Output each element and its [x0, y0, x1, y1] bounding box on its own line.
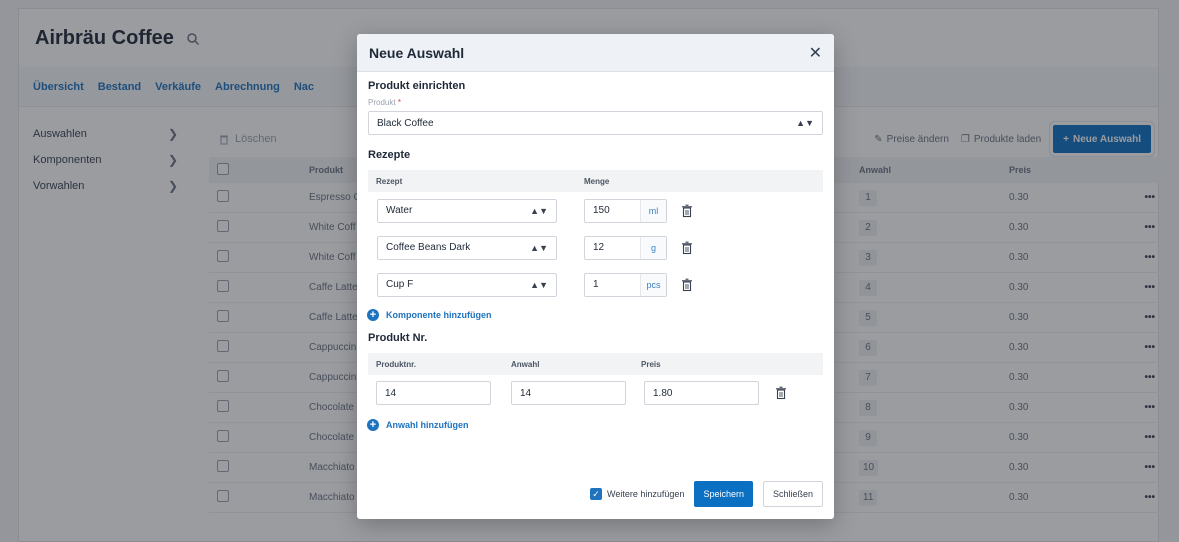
- quantity-input[interactable]: 1 pcs: [584, 272, 667, 297]
- recipe-select-value: Cup F: [386, 279, 414, 290]
- select-arrows-icon: ▲▼: [530, 242, 548, 253]
- recipes-table-header: Rezept Menge: [368, 170, 823, 192]
- quantity-input[interactable]: 12 g: [584, 235, 667, 260]
- dialog-header: Neue Auswahl ✕: [357, 34, 834, 72]
- dialog-footer: ✓ Weitere hinzufügen Speichern Schließen: [590, 481, 823, 507]
- add-anwahl-label: Anwahl hinzufügen: [386, 420, 469, 430]
- close-icon[interactable]: ✕: [809, 43, 822, 63]
- product-select-value: Black Coffee: [377, 117, 434, 129]
- product-no-row: 14 14 1.80: [368, 375, 823, 411]
- quantity-value: 12: [593, 242, 605, 253]
- product-no-table-header: Produktnr. Anwahl Preis: [368, 353, 823, 375]
- select-arrows-icon: ▲▼: [530, 205, 548, 216]
- col-header-product-no: Produktnr.: [376, 359, 417, 369]
- select-arrows-icon: ▲▼: [796, 118, 814, 128]
- product-field-label: Produkt *: [368, 98, 401, 107]
- trash-icon[interactable]: [681, 241, 693, 255]
- quantity-value: 1: [593, 279, 599, 290]
- col-header-recipe: Rezept: [376, 176, 403, 186]
- add-component-label: Komponente hinzufügen: [386, 310, 492, 320]
- dialog-title: Neue Auswahl: [369, 44, 465, 61]
- trash-icon[interactable]: [775, 386, 787, 400]
- quantity-value: 150: [593, 205, 610, 216]
- recipe-row: Water ▲▼ 150 ml: [368, 192, 823, 229]
- section-title-recipes: Rezepte: [368, 149, 411, 161]
- recipe-row: Coffee Beans Dark ▲▼ 12 g: [368, 229, 823, 266]
- recipe-select[interactable]: Water ▲▼: [377, 198, 557, 223]
- add-component-link[interactable]: + Komponente hinzufügen: [367, 309, 823, 321]
- trash-icon[interactable]: [681, 204, 693, 218]
- checkmark-icon: ✓: [590, 488, 603, 500]
- col-header-quantity: Menge: [584, 176, 610, 186]
- quantity-input[interactable]: 150 ml: [584, 198, 667, 223]
- col-header-anwahl-pn: Anwahl: [511, 359, 540, 369]
- save-button[interactable]: Speichern: [694, 481, 753, 507]
- section-title-setup: Produkt einrichten: [368, 80, 466, 92]
- recipe-row: Cup F ▲▼ 1 pcs: [368, 266, 823, 303]
- dialog-body: Produkt einrichten Produkt * Black Coffe…: [367, 80, 823, 431]
- recipe-select-value: Water: [386, 205, 413, 216]
- recipe-select[interactable]: Coffee Beans Dark ▲▼: [377, 235, 557, 260]
- price-input[interactable]: 1.80: [644, 381, 759, 405]
- new-selection-dialog: Neue Auswahl ✕ Produkt einrichten Produk…: [357, 34, 834, 519]
- product-no-input[interactable]: 14: [376, 381, 491, 405]
- recipes-list: Water ▲▼ 150 ml Coffee Beans Dark ▲▼ 12 g Cup F ▲…: [368, 192, 823, 303]
- unit-label: pcs: [640, 273, 666, 296]
- unit-label: ml: [640, 199, 666, 222]
- section-title-product-no: Produkt Nr.: [368, 332, 428, 344]
- add-more-checkbox[interactable]: ✓ Weitere hinzufügen: [590, 488, 684, 500]
- product-select[interactable]: Black Coffee ▲▼: [368, 111, 823, 135]
- recipe-select-value: Coffee Beans Dark: [386, 242, 471, 253]
- anwahl-input[interactable]: 14: [511, 381, 626, 405]
- col-header-price-pn: Preis: [641, 359, 661, 369]
- trash-icon[interactable]: [681, 278, 693, 292]
- plus-circle-icon: +: [367, 309, 379, 321]
- add-anwahl-link[interactable]: + Anwahl hinzufügen: [367, 419, 823, 431]
- add-more-label: Weitere hinzufügen: [607, 489, 685, 499]
- required-marker: *: [397, 98, 401, 107]
- close-button[interactable]: Schließen: [762, 481, 823, 507]
- unit-label: g: [640, 236, 666, 259]
- recipe-select[interactable]: Cup F ▲▼: [377, 272, 557, 297]
- select-arrows-icon: ▲▼: [530, 279, 548, 290]
- plus-circle-icon: +: [367, 419, 379, 431]
